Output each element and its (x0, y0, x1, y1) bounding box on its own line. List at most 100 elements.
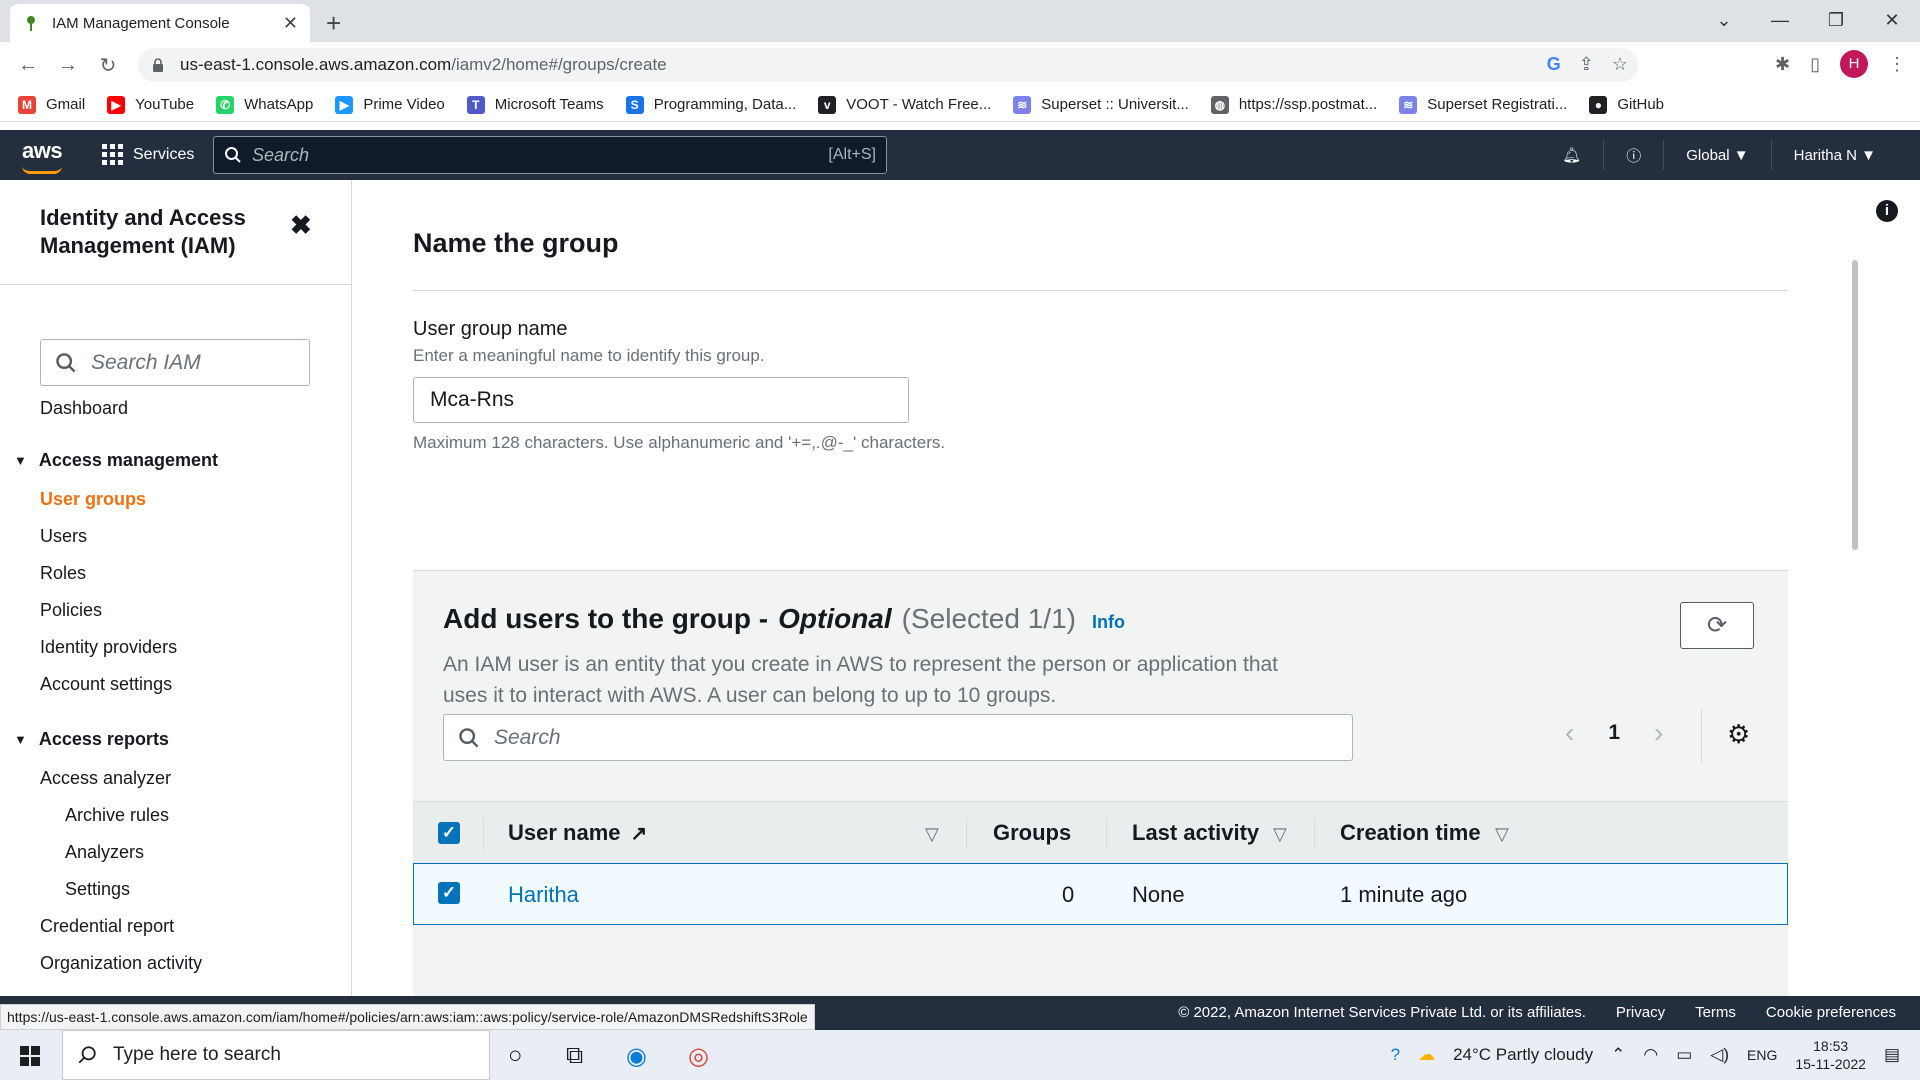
bookmark-item[interactable]: ≋ Superset Registrati... (1399, 95, 1567, 114)
windows-start-icon[interactable] (20, 1046, 40, 1066)
sidebar-item-account-settings[interactable]: Account settings (40, 674, 172, 695)
share-icon[interactable]: ⇪ (1579, 54, 1594, 75)
column-header-groups[interactable]: Groups (993, 820, 1071, 846)
column-header-user-name[interactable]: User name ↗ (508, 820, 647, 846)
bookmark-item[interactable]: ▶ Prime Video (335, 95, 445, 114)
sidebar-item-policies[interactable]: Policies (40, 600, 102, 621)
sidebar-item-identity-providers[interactable]: Identity providers (40, 637, 177, 658)
users-search-input[interactable]: Search (443, 714, 1353, 761)
bookmark-item[interactable]: ✆ WhatsApp (216, 95, 313, 114)
new-tab-icon[interactable]: + (326, 8, 341, 39)
column-divider (1106, 818, 1107, 850)
aws-logo[interactable]: aws (22, 138, 63, 164)
bookmark-item[interactable]: v VOOT - Watch Free... (818, 95, 991, 114)
prev-page-icon[interactable]: ‹ (1565, 717, 1574, 749)
bookmark-item[interactable]: ◍ https://ssp.postmat... (1210, 95, 1377, 114)
sidebar-section-access-management[interactable]: ▼ Access management (14, 450, 218, 471)
select-all-checkbox[interactable]: ✓ (438, 822, 460, 844)
refresh-button[interactable]: ⟳ (1680, 602, 1754, 649)
minimize-icon[interactable]: — (1752, 0, 1808, 42)
wifi-icon[interactable]: ◠ (1643, 1045, 1658, 1065)
address-bar[interactable]: us-east-1.console.aws.amazon.com/iamv2/h… (138, 48, 1638, 82)
extensions-icon[interactable]: ✱ (1775, 54, 1790, 75)
bookmark-item[interactable]: ● GitHub (1589, 95, 1664, 114)
info-link[interactable]: Info (1092, 612, 1125, 633)
battery-icon[interactable]: ▭ (1676, 1045, 1692, 1065)
chrome-icon[interactable]: ◎ (688, 1042, 709, 1071)
search-iam-input[interactable]: Search IAM (40, 339, 310, 386)
tab-search-icon[interactable]: ⌄ (1696, 0, 1752, 42)
sidebar-item-user-groups[interactable]: User groups (40, 489, 146, 510)
privacy-link[interactable]: Privacy (1616, 1004, 1665, 1021)
notifications-icon[interactable]: ▤ (1884, 1045, 1900, 1065)
group-name-input[interactable] (413, 377, 909, 423)
account-menu[interactable]: Haritha N ▼ (1770, 140, 1898, 170)
info-panel-icon[interactable]: i (1876, 200, 1898, 222)
back-icon[interactable]: ← (8, 54, 48, 77)
close-tab-icon[interactable]: ✕ (283, 13, 298, 34)
column-header-last-activity[interactable]: Last activity (1132, 820, 1259, 846)
sort-caret-icon[interactable]: ▽ (1273, 824, 1287, 845)
google-icon[interactable]: G (1547, 54, 1561, 75)
bookmark-item[interactable]: M Gmail (18, 95, 86, 114)
sidebar-section-access-reports[interactable]: ▼ Access reports (14, 729, 169, 750)
column-header-creation-time[interactable]: Creation time (1340, 820, 1481, 846)
sidebar-item-archive-rules[interactable]: Archive rules (65, 805, 169, 826)
weather-text[interactable]: 24°C Partly cloudy (1453, 1045, 1593, 1065)
cortana-icon[interactable]: ○ (508, 1042, 523, 1070)
task-view-icon[interactable]: ⧉ (566, 1042, 583, 1070)
notifications-bell-icon[interactable]: 🔔︎ (1540, 140, 1603, 170)
bookmark-item[interactable]: ≋ Superset :: Universit... (1013, 95, 1189, 114)
row-checkbox[interactable]: ✓ (438, 882, 460, 904)
window-close-icon[interactable]: ✕ (1864, 0, 1920, 42)
window-controls: ⌄ — ❐ ✕ (1696, 0, 1920, 42)
sidebar-item-settings[interactable]: Settings (65, 879, 130, 900)
restore-icon[interactable]: ❐ (1808, 0, 1864, 42)
sidebar-item-users[interactable]: Users (40, 526, 87, 547)
user-name-link[interactable]: Haritha (508, 882, 579, 908)
bookmark-label: Programming, Data... (653, 96, 797, 113)
cookie-preferences-link[interactable]: Cookie preferences (1766, 1004, 1896, 1021)
side-panel-icon[interactable]: ▯ (1810, 54, 1820, 75)
reload-icon[interactable]: ↻ (88, 53, 128, 78)
clock[interactable]: 18:53 15-11-2022 (1795, 1037, 1866, 1073)
bookmark-item[interactable]: T Microsoft Teams (466, 95, 604, 114)
next-page-icon[interactable]: › (1654, 717, 1663, 749)
column-divider (966, 818, 967, 850)
forward-icon[interactable]: → (48, 54, 88, 77)
browser-toolbar: ← → ↻ us-east-1.console.aws.amazon.com/i… (0, 42, 1920, 88)
services-menu-button[interactable]: Services (102, 144, 194, 165)
terms-link[interactable]: Terms (1695, 1004, 1736, 1021)
bookmark-item[interactable]: ▶ YouTube (107, 95, 194, 114)
help-tray-icon[interactable]: ? (1391, 1045, 1400, 1065)
aws-search-input[interactable]: Search [Alt+S] (213, 136, 887, 174)
bookmark-label: Gmail (46, 96, 86, 113)
system-tray: ? ☁ 24°C Partly cloudy ⌃ ◠ ▭ ◁) ENG 18:5… (1391, 1030, 1900, 1080)
sidebar-item-organization-activity[interactable]: Organization activity (40, 953, 202, 974)
taskbar-search-input[interactable]: Type here to search (62, 1030, 490, 1080)
close-sidebar-icon[interactable]: ✖ (290, 210, 312, 241)
language-indicator[interactable]: ENG (1747, 1047, 1777, 1063)
browser-tab[interactable]: IAM Management Console ✕ (10, 4, 310, 42)
current-page[interactable]: 1 (1608, 721, 1620, 745)
table-row[interactable]: ✓ Haritha 0 None 1 minute ago (413, 863, 1788, 925)
table-settings-gear-icon[interactable]: ⚙ (1727, 719, 1750, 750)
bookmark-star-icon[interactable]: ☆ (1612, 54, 1628, 75)
sidebar-item-dashboard[interactable]: Dashboard (40, 398, 128, 419)
menu-kebab-icon[interactable]: ⋮ (1888, 54, 1906, 75)
sidebar-item-analyzers[interactable]: Analyzers (65, 842, 144, 863)
clock-time: 18:53 (1813, 1038, 1849, 1054)
chevron-up-icon[interactable]: ⌃ (1611, 1045, 1625, 1065)
sidebar-item-access-analyzer[interactable]: Access analyzer (40, 768, 171, 789)
bookmark-item[interactable]: S Programming, Data... (625, 95, 797, 114)
page-scrollbar[interactable] (1852, 260, 1858, 550)
edge-icon[interactable]: ◉ (626, 1042, 647, 1071)
profile-avatar[interactable]: H (1840, 50, 1868, 78)
region-selector[interactable]: Global ▼ (1663, 140, 1770, 170)
volume-icon[interactable]: ◁) (1710, 1045, 1729, 1065)
sort-caret-icon[interactable]: ▽ (925, 824, 939, 845)
help-icon[interactable]: ⓘ (1603, 140, 1663, 170)
sidebar-item-credential-report[interactable]: Credential report (40, 916, 174, 937)
sidebar-item-roles[interactable]: Roles (40, 563, 86, 584)
sort-caret-icon[interactable]: ▽ (1495, 824, 1509, 845)
